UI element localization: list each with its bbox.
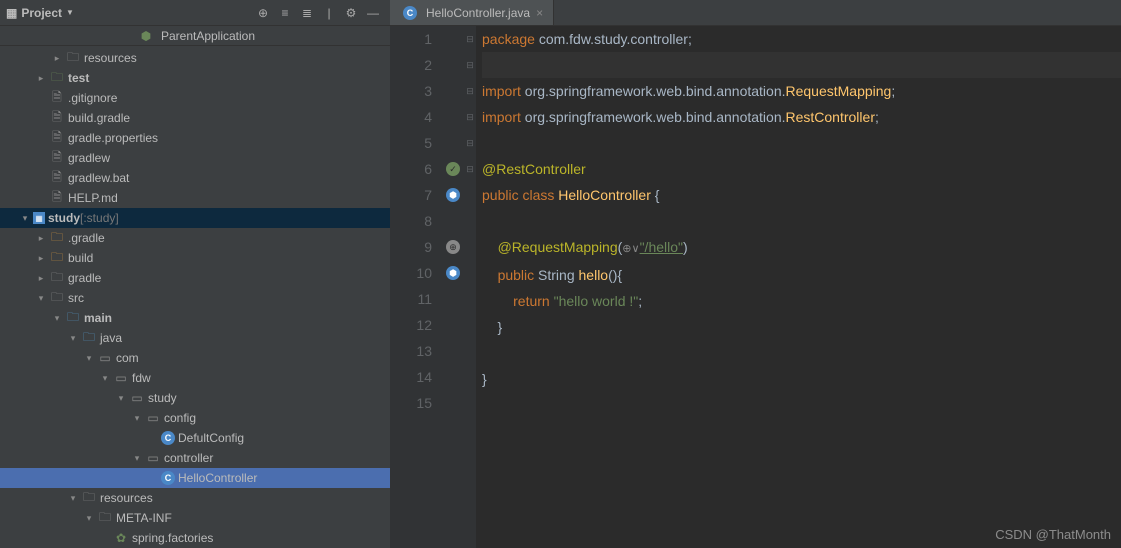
tree-label: DefultConfig — [178, 431, 244, 445]
tree-label: fdw — [132, 371, 151, 385]
tree-row-src[interactable]: ▾🗀src — [0, 288, 390, 308]
tree-label: HELP.md — [68, 191, 118, 205]
tree-row-gradlew-bat[interactable]: 🗎gradlew.bat — [0, 168, 390, 188]
tree-label: .gitignore — [68, 91, 117, 105]
tree-arrow-icon[interactable]: ▾ — [36, 293, 46, 304]
tree-label: study — [48, 211, 80, 225]
tree-label: spring.factories — [132, 531, 213, 545]
tree-row-fdw[interactable]: ▾▭fdw — [0, 368, 390, 388]
target-icon[interactable]: ⊕ — [252, 2, 274, 24]
tree-arrow-icon[interactable]: ▾ — [52, 313, 62, 324]
gutter-marker-icon[interactable]: ✓ — [446, 162, 460, 176]
tree-row-gradle-properties[interactable]: 🗎gradle.properties — [0, 128, 390, 148]
tree-label: HelloController — [178, 471, 257, 485]
gutter-marker-icon[interactable]: ⊕ — [446, 240, 460, 254]
tree-row--gitignore[interactable]: 🗎.gitignore — [0, 88, 390, 108]
tree-label: study — [148, 391, 177, 405]
tree-row-config[interactable]: ▾▭config — [0, 408, 390, 428]
tree-row-controller[interactable]: ▾▭controller — [0, 448, 390, 468]
tree-arrow-icon[interactable]: ▾ — [68, 493, 78, 504]
tree-row-study[interactable]: ▾▦study [:study] — [0, 208, 390, 228]
tree-arrow-icon[interactable]: ▸ — [36, 73, 46, 84]
tree-arrow-icon[interactable]: ▾ — [84, 353, 94, 364]
watermark: CSDN @ThatMonth — [995, 527, 1111, 542]
expand-icon[interactable]: ≡ — [274, 2, 296, 24]
tree-arrow-icon[interactable]: ▸ — [52, 53, 62, 64]
close-icon[interactable]: × — [536, 6, 543, 20]
tree-label: resources — [100, 491, 153, 505]
gear-icon[interactable]: ⚙ — [340, 2, 362, 24]
project-tree[interactable]: ▸🗀resources▸🗀test🗎.gitignore🗎build.gradl… — [0, 46, 390, 548]
tree-row--gradle[interactable]: ▸🗀.gradle — [0, 228, 390, 248]
tree-arrow-icon[interactable]: ▾ — [132, 413, 142, 424]
fold-column[interactable]: ⊟⊟⊟⊟⊟⊟ — [464, 26, 476, 548]
tree-row-build-gradle[interactable]: 🗎build.gradle — [0, 108, 390, 128]
line-gutter: 123456789101112131415 — [390, 26, 444, 548]
tree-row-hellocontroller[interactable]: CHelloController — [0, 468, 390, 488]
tree-arrow-icon[interactable]: ▾ — [100, 373, 110, 384]
tab-hellocontroller[interactable]: C HelloController.java × — [390, 0, 554, 25]
chevron-down-icon: ▼ — [66, 8, 74, 17]
tree-row-gradle[interactable]: ▸🗀gradle — [0, 268, 390, 288]
hide-icon[interactable]: — — [362, 2, 384, 24]
tree-arrow-icon[interactable]: ▾ — [68, 333, 78, 344]
tree-row-gradlew[interactable]: 🗎gradlew — [0, 148, 390, 168]
project-title[interactable]: ▦ Project ▼ — [6, 6, 74, 20]
tree-row-main[interactable]: ▾🗀main — [0, 308, 390, 328]
tree-row-resources[interactable]: ▸🗀resources — [0, 48, 390, 68]
tree-row-study[interactable]: ▾▭study — [0, 388, 390, 408]
code-text[interactable]: package com.fdw.study.controller; import… — [476, 26, 1121, 548]
tree-arrow-icon[interactable]: ▾ — [132, 453, 142, 464]
tree-row-defultconfig[interactable]: CDefultConfig — [0, 428, 390, 448]
tree-arrow-icon[interactable]: ▾ — [20, 213, 30, 224]
tree-label: resources — [84, 51, 137, 65]
tree-arrow-icon[interactable]: ▾ — [116, 393, 126, 404]
tree-label: main — [84, 311, 112, 325]
tree-row-com[interactable]: ▾▭com — [0, 348, 390, 368]
tree-label: test — [68, 71, 89, 85]
tree-row-test[interactable]: ▸🗀test — [0, 68, 390, 88]
tree-row-meta-inf[interactable]: ▾🗀META-INF — [0, 508, 390, 528]
tab-label: HelloController.java — [426, 6, 530, 20]
tree-suffix: [:study] — [80, 211, 119, 225]
tree-label: META-INF — [116, 511, 172, 525]
tree-arrow-icon[interactable]: ▾ — [84, 513, 94, 524]
tree-row-spring-factories[interactable]: ✿spring.factories — [0, 528, 390, 548]
tree-label: java — [100, 331, 122, 345]
tree-label: controller — [164, 451, 213, 465]
tree-row-java[interactable]: ▾🗀java — [0, 328, 390, 348]
tree-arrow-icon[interactable]: ▸ — [36, 253, 46, 264]
tree-row-resources[interactable]: ▾🗀resources — [0, 488, 390, 508]
editor-tabs: C HelloController.java × — [390, 0, 1121, 26]
spring-icon: ⬢ — [138, 28, 154, 44]
tree-label: .gradle — [68, 231, 105, 245]
tree-label: build — [68, 251, 93, 265]
tree-label: build.gradle — [68, 111, 130, 125]
collapse-icon[interactable]: ≣ — [296, 2, 318, 24]
gutter-marker-icon[interactable]: ⬢ — [446, 266, 460, 280]
tree-arrow-icon[interactable]: ▸ — [36, 273, 46, 284]
tree-label: gradlew.bat — [68, 171, 129, 185]
marker-column: ✓ ⬢ ⊕ ⬢ — [444, 26, 464, 548]
tree-label: com — [116, 351, 139, 365]
code-area[interactable]: 123456789101112131415 ✓ ⬢ ⊕ ⬢ ⊟⊟⊟⊟⊟⊟ packag… — [390, 26, 1121, 548]
project-sidebar: ▦ Project ▼ ⊕ ≡ ≣ | ⚙ — ⬢ ParentApplicat… — [0, 0, 390, 548]
project-icon: ▦ — [6, 6, 17, 20]
gutter-marker-icon[interactable]: ⬢ — [446, 188, 460, 202]
tree-row-build[interactable]: ▸🗀build — [0, 248, 390, 268]
tree-label: config — [164, 411, 196, 425]
tree-label: gradle.properties — [68, 131, 158, 145]
parent-app-label: ParentApplication — [161, 29, 255, 43]
divider-icon: | — [318, 2, 340, 24]
editor-panel: C HelloController.java × 123456789101112… — [390, 0, 1121, 548]
project-title-label: Project — [21, 6, 62, 20]
tree-row-help-md[interactable]: 🗎HELP.md — [0, 188, 390, 208]
parent-application-bar[interactable]: ⬢ ParentApplication — [0, 26, 390, 46]
tree-label: src — [68, 291, 84, 305]
tree-arrow-icon[interactable]: ▸ — [36, 233, 46, 244]
sidebar-header: ▦ Project ▼ ⊕ ≡ ≣ | ⚙ — — [0, 0, 390, 26]
class-icon: C — [403, 6, 417, 20]
tree-label: gradlew — [68, 151, 110, 165]
tree-label: gradle — [68, 271, 101, 285]
